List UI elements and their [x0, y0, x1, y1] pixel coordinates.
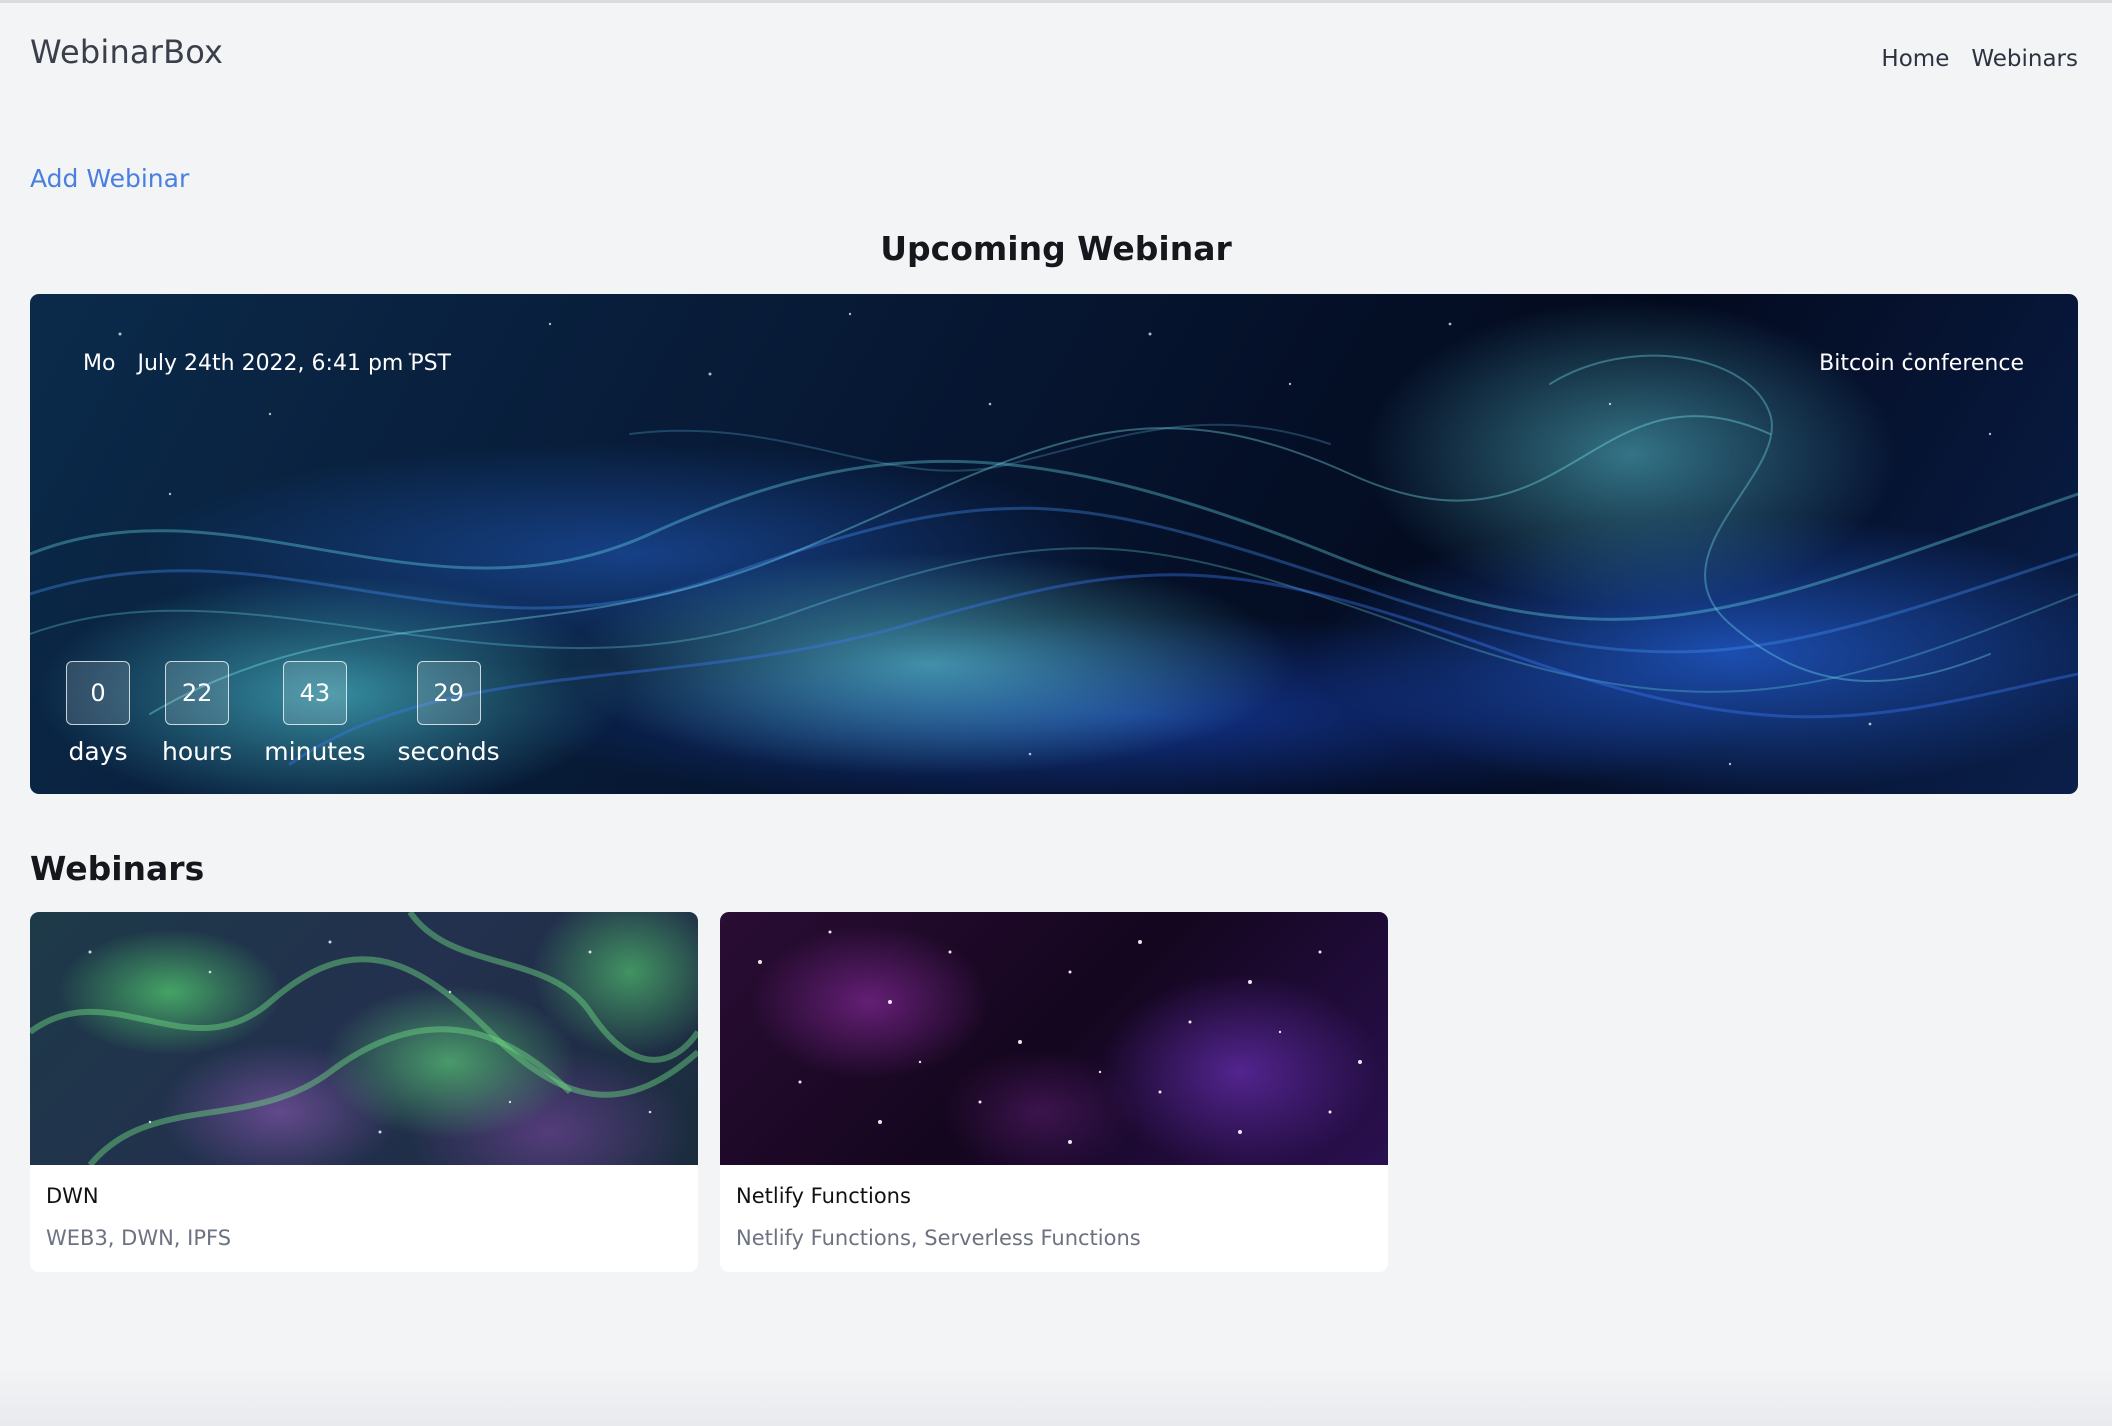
countdown-days-value: 0 — [66, 661, 130, 725]
webinar-title: Bitcoin conference — [1819, 351, 2024, 376]
countdown-seconds-value: 29 — [416, 661, 481, 725]
webinar-datetime: Mo July 24th 2022, 6:41 pm PST — [83, 351, 451, 376]
webinars-heading: Webinars — [30, 849, 205, 888]
webinar-card-tags: WEB3, DWN, IPFS — [46, 1226, 232, 1250]
nav-home-link[interactable]: Home — [1881, 46, 1949, 72]
webinar-card-image-art — [758, 930, 1362, 1144]
countdown-days: 0 days — [66, 661, 130, 766]
countdown-hours-value: 22 — [165, 661, 230, 725]
countdown-minutes-value: 43 — [282, 661, 347, 725]
top-nav: Home Webinars — [1881, 46, 2078, 72]
webinar-card-image — [720, 912, 1388, 1165]
countdown-seconds: 29 seconds — [398, 661, 500, 766]
webinar-card-title: DWN — [46, 1184, 99, 1208]
countdown-minutes: 43 minutes — [264, 661, 366, 766]
webinar-card-tags: Netlify Functions, Serverless Functions — [736, 1226, 1141, 1250]
upcoming-webinar-heading: Upcoming Webinar — [880, 229, 1232, 268]
webinar-card-image — [30, 912, 698, 1165]
countdown-hours: 22 hours — [162, 661, 232, 766]
countdown-days-label: days — [68, 737, 128, 766]
top-border — [0, 0, 2112, 3]
page-bottom-fade — [0, 1366, 2112, 1426]
countdown-minutes-label: minutes — [264, 737, 366, 766]
webinar-card-image-art — [30, 912, 698, 1165]
webinar-day: Mo — [83, 351, 116, 376]
webinar-card[interactable]: DWN WEB3, DWN, IPFS — [30, 912, 698, 1272]
countdown-timer: 0 days 22 hours 43 minutes 29 seconds — [66, 661, 532, 766]
add-webinar-link[interactable]: Add Webinar — [30, 164, 189, 193]
webinar-card[interactable]: Netlify Functions Netlify Functions, Ser… — [720, 912, 1388, 1272]
countdown-seconds-label: seconds — [397, 737, 500, 766]
webinar-date: July 24th 2022, 6:41 pm PST — [137, 351, 451, 376]
webinar-card-title: Netlify Functions — [736, 1184, 911, 1208]
upcoming-webinar-banner[interactable]: Mo July 24th 2022, 6:41 pm PST Bitcoin c… — [30, 294, 2078, 794]
nav-webinars-link[interactable]: Webinars — [1971, 46, 2078, 72]
countdown-hours-label: hours — [162, 737, 233, 766]
brand-logo[interactable]: WebinarBox — [30, 33, 223, 71]
